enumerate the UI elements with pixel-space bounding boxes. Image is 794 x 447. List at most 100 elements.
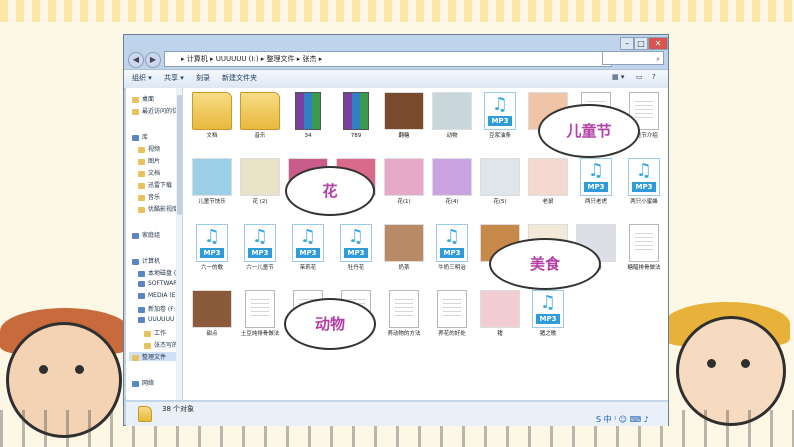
sidebar-item-label: 新加卷 (F:) [148, 306, 178, 313]
burn-button[interactable]: 刻录 [196, 73, 210, 83]
address-bar-row: ◀ ▶ ▸ 计算机 ▸ UUUUUU (I:) ▸ 整理文件 ▸ 张杰 ▸ ⌕ [128, 51, 666, 68]
sidebar-item[interactable]: 视频 [138, 144, 160, 153]
file-item[interactable]: 翻糖 [381, 92, 427, 140]
file-item[interactable]: ♫ MP3 六一儿童节 [237, 224, 283, 272]
sidebar-item-label: 家庭组 [142, 232, 161, 239]
file-item[interactable]: 文档 [189, 92, 235, 140]
file-item[interactable]: 花(4) [429, 158, 475, 206]
file-item[interactable]: 土豆炖排骨做法 [237, 290, 283, 338]
mp3-badge: MP3 [248, 248, 272, 258]
sidebar-item-icon [138, 292, 145, 299]
help-icon[interactable]: ? [652, 73, 656, 81]
sidebar-item[interactable]: SOFTWARE [138, 280, 181, 287]
file-item[interactable]: ♫ MP3 豆浆油条 [477, 92, 523, 140]
close-button[interactable]: ✕ [648, 37, 668, 50]
sidebar-item[interactable]: 张杰写的 [144, 340, 178, 349]
file-name: 养动物的方法 [387, 331, 421, 337]
file-item[interactable]: 花(1) [381, 158, 427, 206]
file-item[interactable]: ♫ MP3 两只小蜜蜂 [621, 158, 667, 206]
sidebar-item[interactable]: 文档 [138, 168, 160, 177]
file-name: 牡丹花 [347, 265, 365, 271]
search-input[interactable]: ⌕ [602, 51, 664, 65]
sidebar-item-icon [138, 306, 145, 313]
sidebar-item[interactable]: 迅雷下载 [138, 180, 172, 189]
image-thumbnail [480, 290, 520, 328]
new-folder-button[interactable]: 新建文件夹 [222, 73, 257, 83]
sidebar-item-icon [132, 96, 139, 103]
archive-icon [295, 92, 321, 130]
maximize-button[interactable]: □ [634, 37, 648, 50]
address-bar[interactable]: ▸ 计算机 ▸ UUUUUU (I:) ▸ 整理文件 ▸ 张杰 ▸ [164, 51, 612, 67]
sidebar-item[interactable]: 库 [132, 132, 148, 141]
file-item[interactable]: 儿童节快乐 [189, 158, 235, 206]
file-item[interactable]: 花(5) [477, 158, 523, 206]
sidebar-item[interactable]: 整理文件 [129, 352, 182, 361]
file-item[interactable]: 养动物的方法 [381, 290, 427, 338]
sidebar-item[interactable]: 优酷影视库 [138, 204, 178, 213]
sidebar-item-label: 桌面 [142, 96, 155, 103]
sidebar-item-label: 张杰写的 [154, 342, 179, 349]
file-item[interactable]: 糖醋排骨做法 [621, 224, 667, 272]
mp3-badge: MP3 [632, 182, 656, 192]
file-item[interactable]: ♫ MP3 茉莉花 [285, 224, 331, 272]
status-count: 38 个对象 [162, 405, 195, 413]
folder-icon [240, 92, 280, 130]
preview-pane-icon[interactable]: ▭ [636, 73, 643, 81]
file-item[interactable]: 奶茶 [381, 224, 427, 272]
back-button[interactable]: ◀ [128, 52, 144, 68]
sidebar-item-icon [138, 158, 145, 165]
file-name: 牛奶三明治 [438, 265, 466, 271]
share-button[interactable]: 共享 ▾ [164, 73, 184, 83]
file-item[interactable]: 花 (2) [237, 158, 283, 206]
file-name: 六一的歌 [200, 265, 223, 271]
sidebar-item-icon [132, 134, 139, 141]
file-item[interactable]: 789 [333, 92, 379, 140]
sidebar-item-icon [138, 270, 145, 277]
sidebar-item-label: 音乐 [148, 194, 161, 201]
sidebar-item-label: 视频 [148, 146, 161, 153]
mp3-file-icon: ♫ MP3 [436, 224, 468, 262]
sidebar-item[interactable]: 桌面 [132, 94, 154, 103]
sidebar-item[interactable]: MEDIA (E:) [138, 292, 180, 299]
file-item[interactable]: 音乐 [237, 92, 283, 140]
music-note-icon: ♫ [587, 160, 605, 181]
file-item[interactable]: ♫ MP3 牡丹花 [333, 224, 379, 272]
sidebar-item-icon [138, 280, 145, 287]
scrollbar-thumb[interactable] [177, 95, 182, 215]
sidebar-item[interactable]: 网络 [132, 378, 154, 387]
file-item[interactable]: ♫ MP3 牛奶三明治 [429, 224, 475, 272]
image-thumbnail [384, 158, 424, 196]
sidebar-item[interactable]: 家庭组 [132, 230, 160, 239]
file-name: 六一儿童节 [246, 265, 274, 271]
file-item[interactable]: 甜点 [189, 290, 235, 338]
text-document-icon [245, 290, 275, 328]
file-item[interactable]: 老鼠 [525, 158, 571, 206]
file-name: 豆浆油条 [488, 133, 511, 139]
sidebar-item[interactable]: UUUUUU (I [138, 316, 180, 323]
sidebar-item[interactable]: 工作 [144, 328, 166, 337]
file-item[interactable]: ♫ MP3 猪之歌 [525, 290, 571, 338]
file-item[interactable]: 34 [285, 92, 331, 140]
view-options-icon[interactable]: ▦ ▾ [612, 73, 624, 81]
sidebar-item[interactable]: 新加卷 (F:) [138, 304, 178, 313]
mp3-file-icon: ♫ MP3 [244, 224, 276, 262]
address-path: ▸ 计算机 ▸ UUUUUU (I:) ▸ 整理文件 ▸ 张杰 ▸ [181, 55, 323, 63]
sidebar-item[interactable]: 计算机 [132, 256, 160, 265]
file-name: 花 (2) [252, 199, 268, 205]
file-item[interactable]: ♫ MP3 六一的歌 [189, 224, 235, 272]
sidebar-item[interactable]: 本地磁盘 (C [138, 268, 180, 277]
sidebar-item-icon [132, 232, 139, 239]
file-item[interactable]: 养花的好处 [429, 290, 475, 338]
sidebar-item-icon [132, 108, 139, 115]
file-item[interactable]: ♫ MP3 两只老虎 [573, 158, 619, 206]
file-item[interactable]: 动物 [429, 92, 475, 140]
music-note-icon: ♫ [299, 226, 317, 247]
sidebar-item[interactable]: 音乐 [138, 192, 160, 201]
forward-button[interactable]: ▶ [145, 52, 161, 68]
sidebar-item[interactable]: 图片 [138, 156, 160, 165]
file-name: 34 [304, 133, 312, 139]
ime-tray[interactable]: S 中 ⁾ ☺ ⌨ ♪ [596, 414, 649, 426]
organize-button[interactable]: 组织 ▾ [132, 73, 152, 83]
minimize-button[interactable]: – [620, 37, 634, 50]
file-item[interactable]: 猪 [477, 290, 523, 338]
